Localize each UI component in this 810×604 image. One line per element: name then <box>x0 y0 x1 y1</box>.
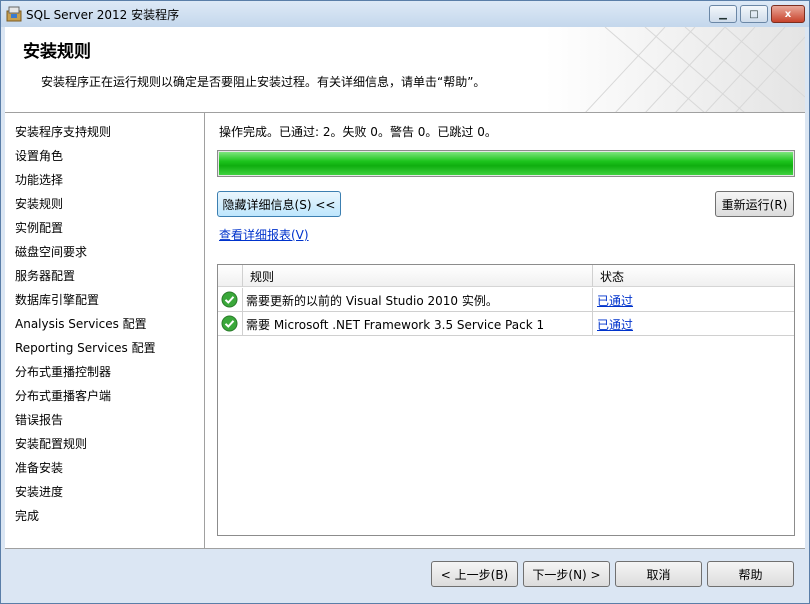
grid-divider <box>242 265 243 287</box>
table-row[interactable]: 需要更新的以前的 Visual Studio 2010 实例。 已通过 <box>218 288 794 312</box>
hide-details-button[interactable]: 隐藏详细信息(S) << <box>217 191 341 217</box>
sidebar-item-replay-controller[interactable]: 分布式重播控制器 <box>5 363 204 387</box>
sidebar-item-instance-configuration[interactable]: 实例配置 <box>5 219 204 243</box>
rule-status-link[interactable]: 已通过 <box>597 292 633 309</box>
page-description: 安装程序正在运行规则以确定是否要阻止安装过程。有关详细信息，请单击“帮助”。 <box>41 75 486 89</box>
sidebar-item-replay-client[interactable]: 分布式重播客户端 <box>5 387 204 411</box>
sidebar-item-install-progress[interactable]: 安装进度 <box>5 483 204 507</box>
installer-window: SQL Server 2012 安装程序 ▁ □ x 安装规则 安装程序正在运行… <box>0 0 810 604</box>
sidebar-item-disk-space[interactable]: 磁盘空间要求 <box>5 243 204 267</box>
close-icon: x <box>784 8 792 20</box>
main-panel: 操作完成。已通过: 2。失败 0。警告 0。已跳过 0。 隐藏详细信息(S) <… <box>205 113 805 549</box>
next-button[interactable]: 下一步(N) > <box>523 561 610 587</box>
check-passed-icon <box>221 291 238 308</box>
page-title: 安装规则 <box>23 42 91 62</box>
sidebar-item-config-rules[interactable]: 安装配置规则 <box>5 435 204 459</box>
grid-divider <box>242 288 243 312</box>
rerun-button[interactable]: 重新运行(R) <box>715 191 794 217</box>
minimize-button[interactable]: ▁ <box>709 5 737 23</box>
operation-status-text: 操作完成。已通过: 2。失败 0。警告 0。已跳过 0。 <box>219 125 497 139</box>
minimize-icon: ▁ <box>719 8 727 20</box>
rules-grid: 规则 状态 需要更新的以前的 Visual Studio 2010 实例。 已通… <box>217 264 795 536</box>
rules-progress-bar <box>217 150 795 177</box>
step-navigation: 安装程序支持规则 设置角色 功能选择 安装规则 实例配置 磁盘空间要求 服务器配… <box>5 113 205 549</box>
rule-name: 需要 Microsoft .NET Framework 3.5 Service … <box>246 318 545 332</box>
sidebar-item-ready-to-install[interactable]: 准备安装 <box>5 459 204 483</box>
wizard-body: 安装程序支持规则 设置角色 功能选择 安装规则 实例配置 磁盘空间要求 服务器配… <box>5 113 805 549</box>
header-decoration-graphic <box>545 27 805 112</box>
sidebar-item-setup-role[interactable]: 设置角色 <box>5 147 204 171</box>
sidebar-item-complete[interactable]: 完成 <box>5 507 204 531</box>
rule-status-link[interactable]: 已通过 <box>597 316 633 333</box>
back-button[interactable]: < 上一步(B) <box>431 561 518 587</box>
progress-fill <box>219 152 793 175</box>
close-button[interactable]: x <box>771 5 805 23</box>
window-title: SQL Server 2012 安装程序 <box>26 8 180 22</box>
grid-divider <box>592 265 593 287</box>
sidebar-item-setup-support-rules[interactable]: 安装程序支持规则 <box>5 123 204 147</box>
wizard-footer: < 上一步(B) 下一步(N) > 取消 帮助 <box>5 549 805 601</box>
grid-divider <box>242 312 243 336</box>
sql-server-setup-icon <box>6 6 22 22</box>
cancel-button[interactable]: 取消 <box>615 561 702 587</box>
sidebar-item-installation-rules[interactable]: 安装规则 <box>5 195 204 219</box>
title-bar[interactable]: SQL Server 2012 安装程序 ▁ □ x <box>1 1 809 27</box>
grid-header: 规则 状态 <box>218 265 794 287</box>
view-detailed-report-link[interactable]: 查看详细报表(V) <box>219 226 309 243</box>
sidebar-item-feature-selection[interactable]: 功能选择 <box>5 171 204 195</box>
wizard-header: 安装规则 安装程序正在运行规则以确定是否要阻止安装过程。有关详细信息，请单击“帮… <box>5 27 805 113</box>
sidebar-item-server-configuration[interactable]: 服务器配置 <box>5 267 204 291</box>
maximize-icon: □ <box>749 8 759 20</box>
column-header-status[interactable]: 状态 <box>600 268 624 285</box>
table-row[interactable]: 需要 Microsoft .NET Framework 3.5 Service … <box>218 312 794 336</box>
sidebar-item-error-reporting[interactable]: 错误报告 <box>5 411 204 435</box>
grid-divider <box>592 312 593 336</box>
sidebar-item-database-engine[interactable]: 数据库引擎配置 <box>5 291 204 315</box>
help-button[interactable]: 帮助 <box>707 561 794 587</box>
sidebar-item-analysis-services[interactable]: Analysis Services 配置 <box>5 315 204 339</box>
grid-divider <box>592 288 593 312</box>
column-header-rule[interactable]: 规则 <box>250 268 274 285</box>
rule-name: 需要更新的以前的 Visual Studio 2010 实例。 <box>246 294 498 308</box>
maximize-button[interactable]: □ <box>740 5 768 23</box>
check-passed-icon <box>221 315 238 332</box>
sidebar-item-reporting-services[interactable]: Reporting Services 配置 <box>5 339 204 363</box>
